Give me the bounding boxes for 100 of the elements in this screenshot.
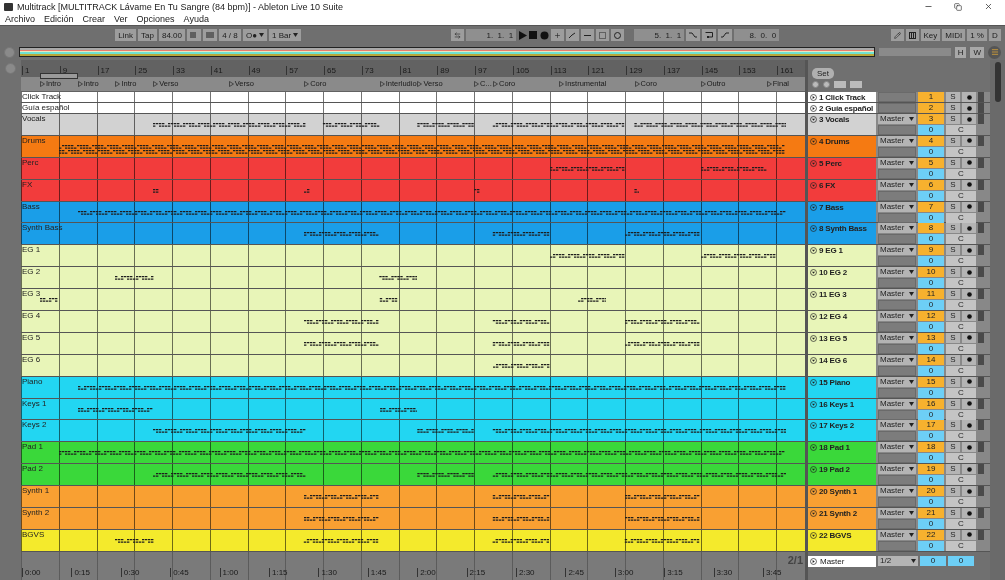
menu-item[interactable]: Edición [44,14,74,24]
menu-item[interactable]: Ayuda [183,14,209,24]
track-name-cell[interactable]: 5 Perc [808,157,876,179]
arm-button[interactable] [962,508,976,519]
locator-triangle-icon[interactable] [304,80,310,87]
record-arm-icon[interactable] [966,422,972,428]
fold-down-icon[interactable] [810,400,817,408]
solo-button[interactable]: S [946,114,960,124]
record-arm-icon[interactable] [966,269,972,275]
track-name-cell[interactable]: 12 EG 4 [808,311,876,332]
fold-down-icon[interactable] [810,466,817,474]
track-activator-button[interactable]: 11 [918,289,944,300]
arm-button[interactable] [962,464,976,475]
arm-button[interactable] [962,135,976,146]
track-activator-button[interactable]: 22 [918,529,944,540]
loop-start-field[interactable]: 5. 1. 1 [634,29,685,41]
fold-down-icon[interactable] [810,247,817,255]
pan-field[interactable]: C [946,212,976,223]
track-name-cell[interactable]: 18 Pad 1 [808,442,876,464]
pan-field[interactable]: C [946,387,976,398]
overview-toggle-icon[interactable] [4,46,15,58]
routing-dropdown[interactable]: Master [878,223,916,234]
restore-icon[interactable] [954,2,962,11]
locator-triangle-icon[interactable] [474,80,480,87]
track-name-cell[interactable]: 7 Bass [808,201,876,223]
automation-icon[interactable] [566,29,580,41]
menu-item[interactable]: Ver [114,14,128,24]
volume-field[interactable]: 0 [918,519,944,530]
arm-button[interactable] [962,354,976,365]
arm-button[interactable] [962,223,976,234]
track-name-cell[interactable]: 20 Synth 1 [808,486,876,508]
computer-keyboard-icon[interactable] [905,29,919,41]
pan-field[interactable]: C [946,168,976,179]
fold-down-icon[interactable] [810,444,817,452]
fold-down-icon[interactable] [810,225,817,233]
solo-button[interactable]: S [946,179,960,190]
volume-field[interactable]: 0 [920,555,946,566]
solo-button[interactable]: S [946,442,960,453]
track-name-cell[interactable]: 9 EG 1 [808,245,876,267]
track-activator-button[interactable]: 5 [918,157,944,168]
routing-dropdown[interactable]: Master [878,245,916,256]
track-activator-button[interactable]: 6 [918,179,944,190]
record-arm-icon[interactable] [966,488,972,494]
arm-button[interactable] [962,245,976,256]
record-arm-icon[interactable] [966,357,972,363]
routing-dropdown[interactable]: Master [878,442,916,453]
solo-button[interactable]: S [946,135,960,146]
track-name-cell[interactable]: 11 EG 3 [808,289,876,310]
routing-dropdown[interactable]: Master [878,486,916,497]
arrangement-dot-icon[interactable] [812,81,819,88]
arm-button[interactable] [962,420,976,431]
pan-field[interactable]: C [946,453,976,464]
solo-button[interactable]: S [946,420,960,431]
midi-map-button[interactable]: MIDI [942,29,966,41]
locator-triangle-icon[interactable] [153,80,159,87]
follow-icon[interactable] [451,29,465,41]
track-activator-button[interactable]: 2 [918,103,944,113]
pan-field[interactable]: 0 [948,555,974,566]
fit-width-button[interactable]: W [970,46,985,58]
solo-button[interactable]: S [946,289,960,300]
position-field[interactable]: 1. 1. 1 [466,29,517,41]
fold-down-icon[interactable] [810,291,817,299]
locator-triangle-icon[interactable] [228,80,234,87]
volume-field[interactable]: 0 [918,409,944,420]
add-icon[interactable] [551,29,565,41]
track-activator-button[interactable]: 18 [918,442,944,453]
volume-field[interactable]: 0 [918,475,944,486]
overview-bar[interactable] [19,47,875,57]
arm-button[interactable] [962,486,976,497]
record-arm-icon[interactable] [966,247,972,253]
fit-height-button[interactable]: H [954,46,967,58]
track-name-cell[interactable]: 17 Keys 2 [808,420,876,442]
arm-button[interactable] [962,92,976,102]
solo-button[interactable]: S [946,201,960,212]
locator-triangle-icon[interactable] [700,80,706,87]
solo-button[interactable]: S [946,529,960,540]
ruler-toggle-icon[interactable] [5,63,16,74]
volume-field[interactable]: 0 [918,146,944,157]
routing-dropdown[interactable]: Master [878,332,916,343]
fold-down-icon[interactable] [810,334,817,342]
menu-item[interactable]: Archivo [5,14,35,24]
locator-triangle-icon[interactable] [634,80,640,87]
link-button[interactable]: Link [115,29,137,41]
volume-field[interactable]: 0 [918,190,944,201]
arm-button[interactable] [962,179,976,190]
fold-down-icon[interactable] [810,378,817,386]
solo-button[interactable]: S [946,223,960,234]
stop-icon[interactable] [529,30,539,40]
routing-dropdown[interactable]: Master [878,157,916,168]
volume-field[interactable]: 0 [918,453,944,464]
track-activator-button[interactable]: 14 [918,354,944,365]
volume-field[interactable]: 0 [918,234,944,245]
routing-dropdown[interactable]: Master [878,529,916,540]
pan-field[interactable]: C [946,322,976,332]
routing-dropdown[interactable]: Master [878,311,916,321]
track-activator-button[interactable]: 3 [918,114,944,124]
menu-icon[interactable] [988,45,1001,59]
master-track-name[interactable]: Master [808,555,876,567]
solo-button[interactable]: S [946,398,960,409]
track-name-cell[interactable]: 10 EG 2 [808,267,876,289]
